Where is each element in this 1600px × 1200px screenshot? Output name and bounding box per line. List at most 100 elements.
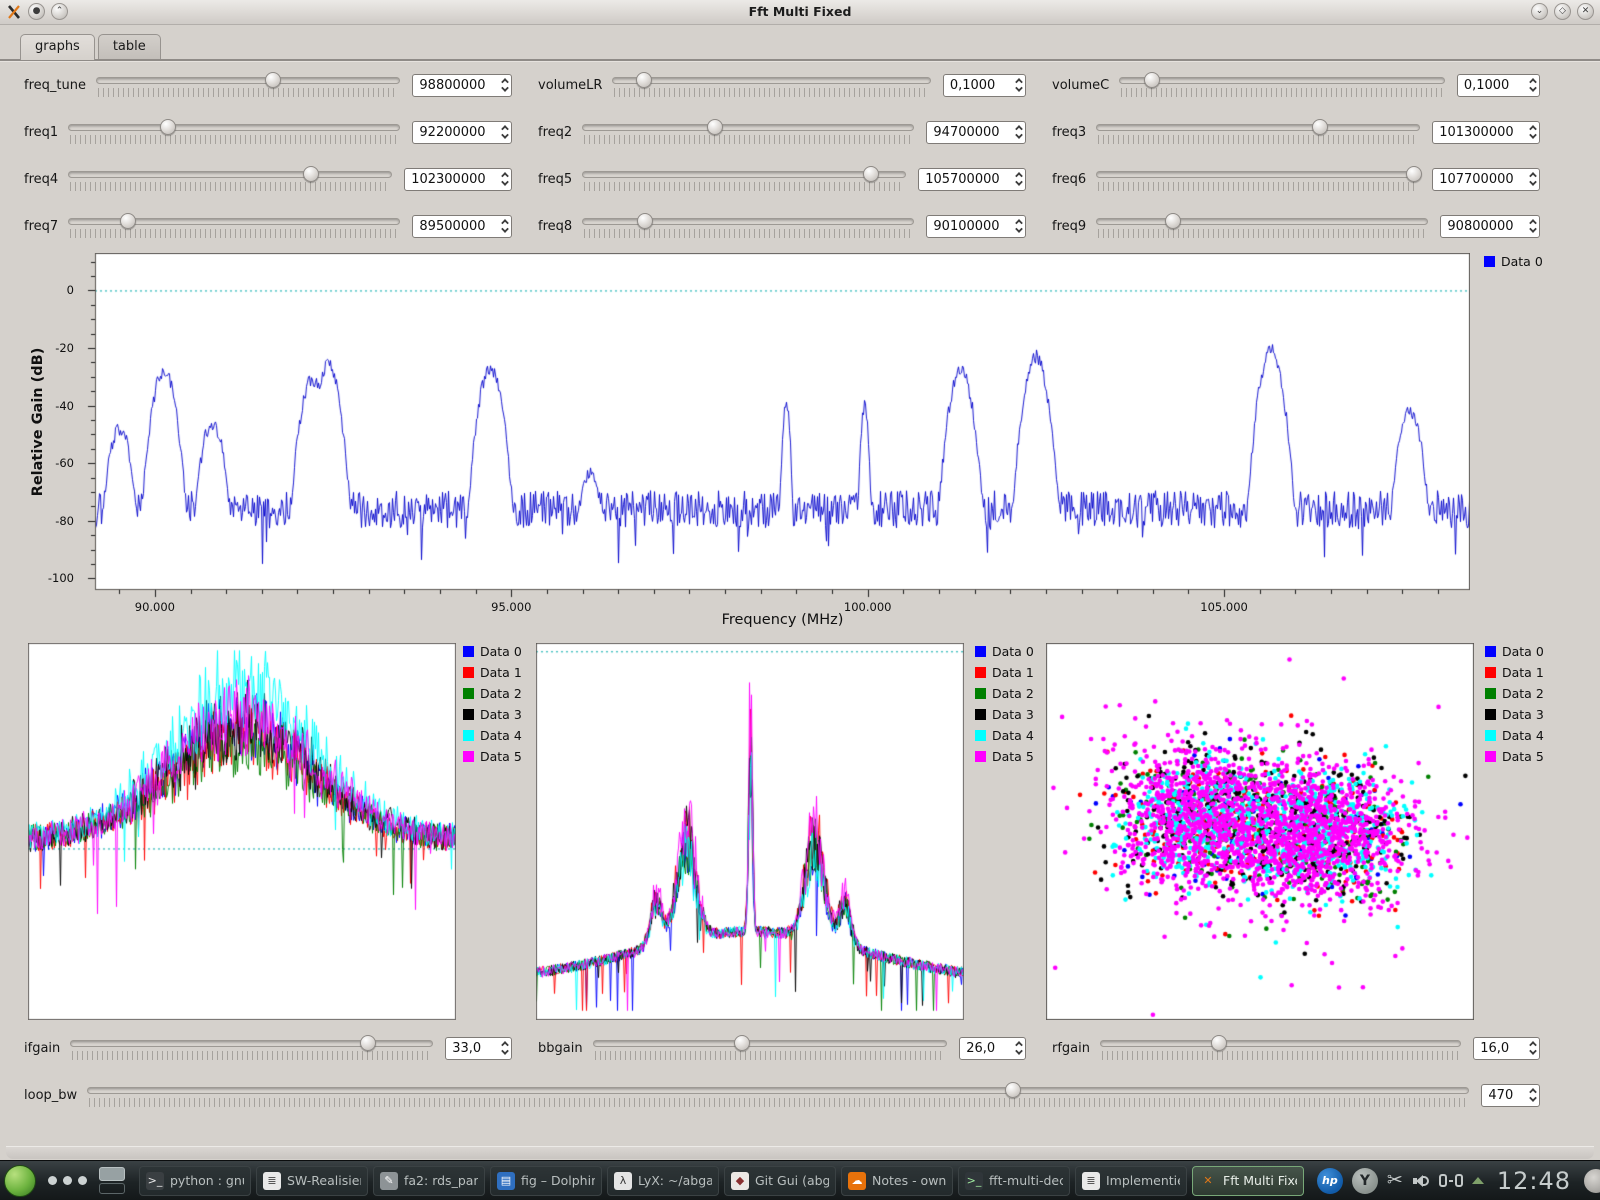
freq8-slider-handle[interactable]: [637, 213, 653, 229]
freq5-spinbox[interactable]: 105700000: [918, 168, 1026, 191]
klipper-scissors-icon[interactable]: ✂: [1387, 1171, 1403, 1190]
taskbar-task-notes-owncl[interactable]: ☁Notes - ownCl: [841, 1166, 953, 1196]
freq4-spin-down-button[interactable]: [501, 178, 509, 186]
y-tray-icon[interactable]: Y: [1352, 1168, 1378, 1194]
taskbar-task-fa2-rds-pars[interactable]: ✎fa2: rds_pars: [373, 1166, 485, 1196]
taskbar-task-fig-dolphin[interactable]: ▤fig – Dolphin: [490, 1166, 602, 1196]
freq3-slider-track[interactable]: [1096, 124, 1420, 131]
ifgain-spin-down-button[interactable]: [501, 1047, 509, 1055]
pager-desktop-2[interactable]: [99, 1183, 125, 1194]
tab-graphs[interactable]: graphs: [20, 34, 95, 60]
freq4-spinbox[interactable]: 102300000: [404, 168, 512, 191]
loop_bw-spin-down-button[interactable]: [1529, 1094, 1537, 1102]
desktop-pager[interactable]: [99, 1167, 125, 1194]
hp-tray-icon[interactable]: hp: [1317, 1168, 1343, 1194]
close-button[interactable]: ✕: [1577, 3, 1594, 20]
activity-dot[interactable]: [63, 1176, 72, 1185]
freq7-slider-track[interactable]: [68, 218, 400, 225]
freq_tune-spin-down-button[interactable]: [501, 84, 509, 92]
freq_tune-slider-handle[interactable]: [265, 72, 281, 88]
freq1-slider[interactable]: [68, 119, 400, 145]
freq5-slider[interactable]: [582, 166, 906, 192]
clock[interactable]: 12:48: [1497, 1167, 1571, 1195]
freq6-slider-track[interactable]: [1096, 171, 1420, 178]
freq5-slider-track[interactable]: [582, 171, 906, 178]
freq1-spin-down-button[interactable]: [501, 131, 509, 139]
rfgain-slider-track[interactable]: [1100, 1040, 1461, 1047]
freq7-slider-handle[interactable]: [120, 213, 136, 229]
freq6-spinbox[interactable]: 107700000: [1432, 168, 1540, 191]
tray-overflow-icon[interactable]: [1584, 1169, 1600, 1193]
ifgain-slider[interactable]: [70, 1035, 433, 1061]
bbgain-slider-track[interactable]: [593, 1040, 948, 1047]
volumeLR-spin-down-button[interactable]: [1015, 84, 1023, 92]
rfgain-slider[interactable]: [1100, 1035, 1461, 1061]
activity-dot[interactable]: [78, 1176, 87, 1185]
volumeLR-slider[interactable]: [612, 72, 930, 98]
freq7-spin-down-button[interactable]: [501, 225, 509, 233]
activity-dot[interactable]: [48, 1176, 57, 1185]
freq4-slider-track[interactable]: [68, 171, 392, 178]
volumeC-slider-track[interactable]: [1119, 77, 1445, 84]
minimize-button[interactable]: ⌄: [1531, 3, 1548, 20]
freq3-slider-handle[interactable]: [1312, 119, 1328, 135]
freq3-spinbox[interactable]: 101300000: [1432, 121, 1540, 144]
freq2-slider-track[interactable]: [582, 124, 914, 131]
freq2-slider-handle[interactable]: [707, 119, 723, 135]
volumeC-slider-handle[interactable]: [1144, 72, 1160, 88]
bbgain-slider-handle[interactable]: [734, 1035, 750, 1051]
freq8-spinbox[interactable]: 90100000: [926, 215, 1026, 238]
loop_bw-slider-track[interactable]: [87, 1087, 1469, 1094]
freq7-spinbox[interactable]: 89500000: [412, 215, 512, 238]
tray-expand-icon[interactable]: [1472, 1177, 1484, 1184]
titlebar[interactable]: ● ⌃ Fft Multi Fixed ⌄ ◇ ✕: [0, 0, 1600, 25]
maximize-button[interactable]: ◇: [1554, 3, 1571, 20]
freq2-spinbox[interactable]: 94700000: [926, 121, 1026, 144]
volumeLR-slider-track[interactable]: [612, 77, 930, 84]
freq6-slider-handle[interactable]: [1406, 166, 1422, 182]
freq8-spin-down-button[interactable]: [1015, 225, 1023, 233]
rfgain-slider-handle[interactable]: [1211, 1035, 1227, 1051]
freq5-spin-down-button[interactable]: [1015, 178, 1023, 186]
taskbar-task-fft-multi-fixed[interactable]: ✕Fft Multi Fixed: [1192, 1166, 1304, 1196]
taskbar-task-sw-realisieru[interactable]: ≣SW-Realisieru: [256, 1166, 368, 1196]
volumeLR-slider-handle[interactable]: [636, 72, 652, 88]
freq9-spin-down-button[interactable]: [1529, 225, 1537, 233]
freq9-spinbox[interactable]: 90800000: [1440, 215, 1540, 238]
loop_bw-slider-handle[interactable]: [1005, 1082, 1021, 1098]
volumeC-spin-down-button[interactable]: [1529, 84, 1537, 92]
taskbar-task-implementieru[interactable]: ≣Implementieru: [1075, 1166, 1187, 1196]
loop_bw-spinbox[interactable]: 470: [1481, 1084, 1540, 1107]
pager-desktop-1[interactable]: [99, 1167, 125, 1181]
freq8-slider[interactable]: [582, 213, 914, 239]
freq2-spin-down-button[interactable]: [1015, 131, 1023, 139]
rfgain-spinbox[interactable]: 16,0: [1473, 1037, 1540, 1060]
freq_tune-slider-track[interactable]: [96, 77, 400, 84]
freq9-slider[interactable]: [1096, 213, 1428, 239]
freq4-slider-handle[interactable]: [303, 166, 319, 182]
ifgain-slider-track[interactable]: [70, 1040, 433, 1047]
freq5-slider-handle[interactable]: [863, 166, 879, 182]
taskbar-task-fft-multi-deco[interactable]: >_fft-multi-deco: [958, 1166, 1070, 1196]
volumeC-spinbox[interactable]: 0,1000: [1457, 74, 1540, 97]
volumeC-slider[interactable]: [1119, 72, 1445, 98]
freq2-slider[interactable]: [582, 119, 914, 145]
loop_bw-slider[interactable]: [87, 1082, 1469, 1108]
volume-icon[interactable]: [1412, 1172, 1430, 1190]
freq1-slider-track[interactable]: [68, 124, 400, 131]
freq6-spin-down-button[interactable]: [1529, 178, 1537, 186]
freq7-slider[interactable]: [68, 213, 400, 239]
rfgain-spin-down-button[interactable]: [1529, 1047, 1537, 1055]
freq9-slider-handle[interactable]: [1165, 213, 1181, 229]
freq9-slider-track[interactable]: [1096, 218, 1428, 225]
tab-table[interactable]: table: [98, 34, 161, 59]
keyboard-icon[interactable]: [1439, 1174, 1463, 1187]
freq6-slider[interactable]: [1096, 166, 1420, 192]
freq1-spinbox[interactable]: 92200000: [412, 121, 512, 144]
freq_tune-slider[interactable]: [96, 72, 400, 98]
bbgain-spinbox[interactable]: 26,0: [959, 1037, 1026, 1060]
taskbar-task-git-gui-abga[interactable]: ◆Git Gui (abga: [724, 1166, 836, 1196]
freq1-slider-handle[interactable]: [160, 119, 176, 135]
volumeLR-spinbox[interactable]: 0,1000: [943, 74, 1026, 97]
freq4-slider[interactable]: [68, 166, 392, 192]
